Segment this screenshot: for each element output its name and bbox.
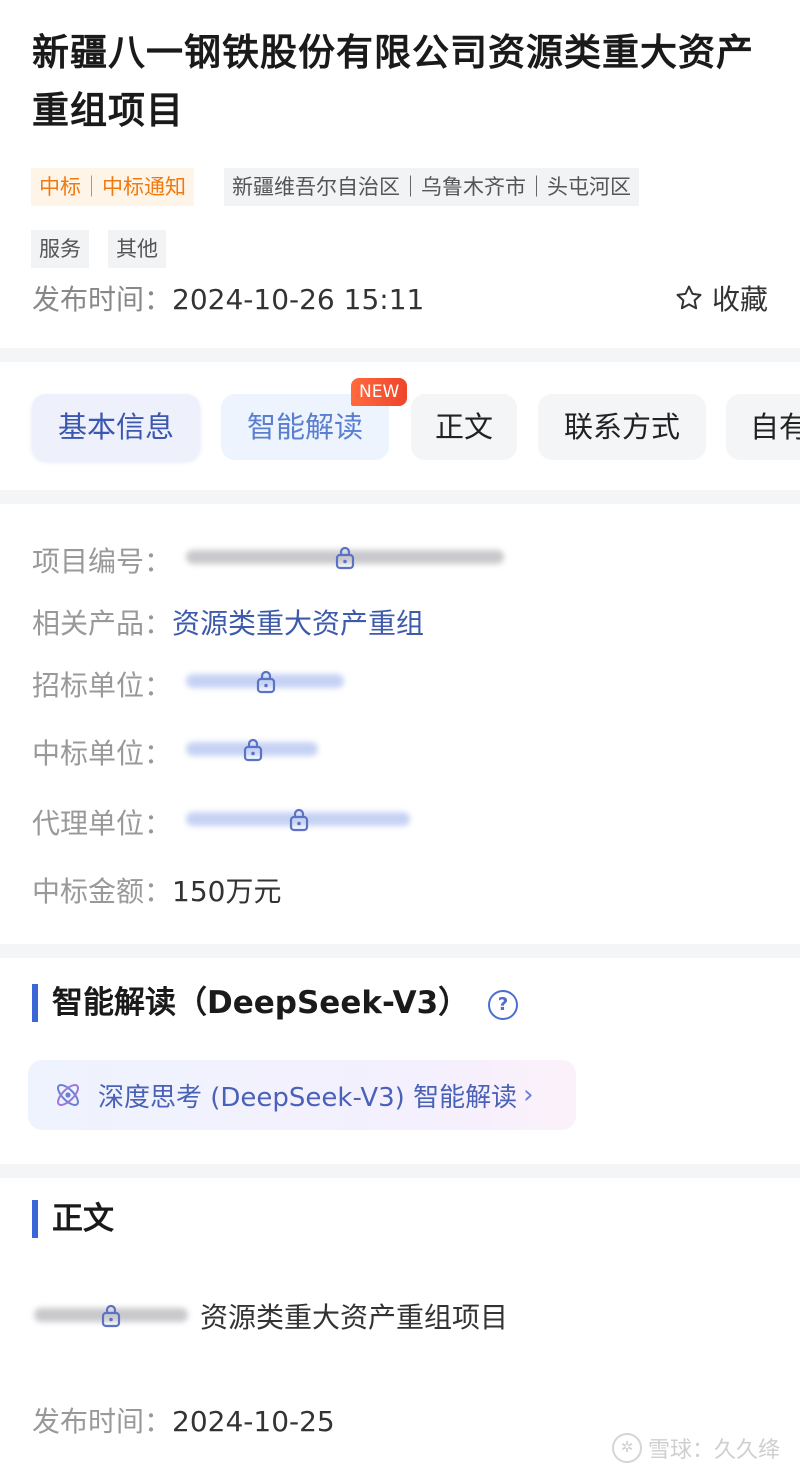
divider [0, 944, 800, 958]
publish-time-value: 2024-10-26 15:11 [172, 283, 425, 316]
amount-label: 中标金额： [32, 875, 173, 908]
lock-icon[interactable] [288, 806, 310, 832]
product-link[interactable]: 资源类重大资产重组 [172, 607, 424, 640]
body-publish-date: 2024-10-25 [172, 1405, 335, 1438]
tab-contact[interactable]: 联系方式 [538, 394, 706, 460]
deep-think-entry[interactable]: 深度思考 (DeepSeek-V3) 智能解读 › [28, 1060, 576, 1130]
body-publish-label: 发布时间： [32, 1405, 173, 1438]
tab-own[interactable]: 自有 [726, 394, 800, 460]
basic-info-section: 项目编号： 相关产品：资源类重大资产重组 招标单位： 中标单位： 代理单位： 中… [0, 504, 800, 944]
status-tag: 中标｜中标通知 [31, 168, 194, 206]
ai-interpretation-section: 智能解读（DeepSeek-V3） ? 深度思考 (DeepSeek-V3) 智… [0, 958, 800, 1164]
divider [0, 490, 800, 504]
agent-row: 代理单位： [32, 802, 172, 842]
project-number-row: 项目编号： [32, 540, 172, 580]
tenderer-label: 招标单位： [32, 669, 173, 702]
ai-section-title: 智能解读（DeepSeek-V3） [32, 984, 469, 1022]
publish-time-label: 发布时间： [32, 283, 173, 316]
publish-time-row: 发布时间：2024-10-26 15:11 [32, 278, 424, 318]
body-text-section: 正文 资源类重大资产重组项目 发布时间：2024-10-25 ✲ 雪球：久久绛 [0, 1178, 800, 1478]
body-line-text: 资源类重大资产重组项目 [200, 1301, 509, 1334]
region-tag: 新疆维吾尔自治区｜乌鲁木齐市｜头屯河区 [224, 168, 639, 206]
winner-label: 中标单位： [32, 737, 173, 770]
lock-icon[interactable] [100, 1302, 122, 1328]
tab-body-text[interactable]: 正文 [411, 394, 517, 460]
lock-icon[interactable] [334, 544, 356, 570]
product-row: 相关产品：资源类重大资产重组 [32, 602, 424, 642]
lock-icon[interactable] [255, 668, 277, 694]
page-title: 新疆八一钢铁股份有限公司资源类重大资产重组项目 [32, 31, 754, 132]
divider [0, 1164, 800, 1178]
category-tag-service: 服务 [31, 230, 89, 268]
agent-label: 代理单位： [32, 807, 173, 840]
watermark-text: 雪球：久久绛 [647, 1438, 780, 1463]
chevron-right-icon: › [523, 1080, 534, 1110]
tab-basic-info[interactable]: 基本信息 [32, 394, 200, 460]
question-icon[interactable]: ? [488, 990, 518, 1020]
header-section: 新疆八一钢铁股份有限公司资源类重大资产重组项目 中标｜中标通知 新疆维吾尔自治区… [0, 0, 800, 348]
amount-value: 150万元 [172, 875, 282, 908]
project-number-label: 项目编号： [32, 545, 173, 578]
favorite-button[interactable]: 收藏 [674, 278, 768, 318]
star-icon [676, 285, 702, 310]
new-badge: NEW [351, 378, 408, 406]
amount-row: 中标金额：150万元 [32, 870, 281, 910]
deep-think-text: 深度思考 (DeepSeek-V3) 智能解读 [98, 1082, 518, 1113]
watermark: ✲ 雪球：久久绛 [611, 1432, 780, 1464]
category-tag-other: 其他 [108, 230, 166, 268]
winner-row: 中标单位： [32, 732, 172, 772]
body-publish-row: 发布时间：2024-10-25 [32, 1400, 335, 1440]
favorite-label: 收藏 [711, 283, 768, 316]
atom-icon [57, 1084, 79, 1106]
tenderer-row: 招标单位： [32, 664, 172, 704]
body-section-title: 正文 [32, 1200, 114, 1238]
lock-icon[interactable] [242, 736, 264, 762]
divider [0, 348, 800, 362]
product-label: 相关产品： [32, 607, 173, 640]
